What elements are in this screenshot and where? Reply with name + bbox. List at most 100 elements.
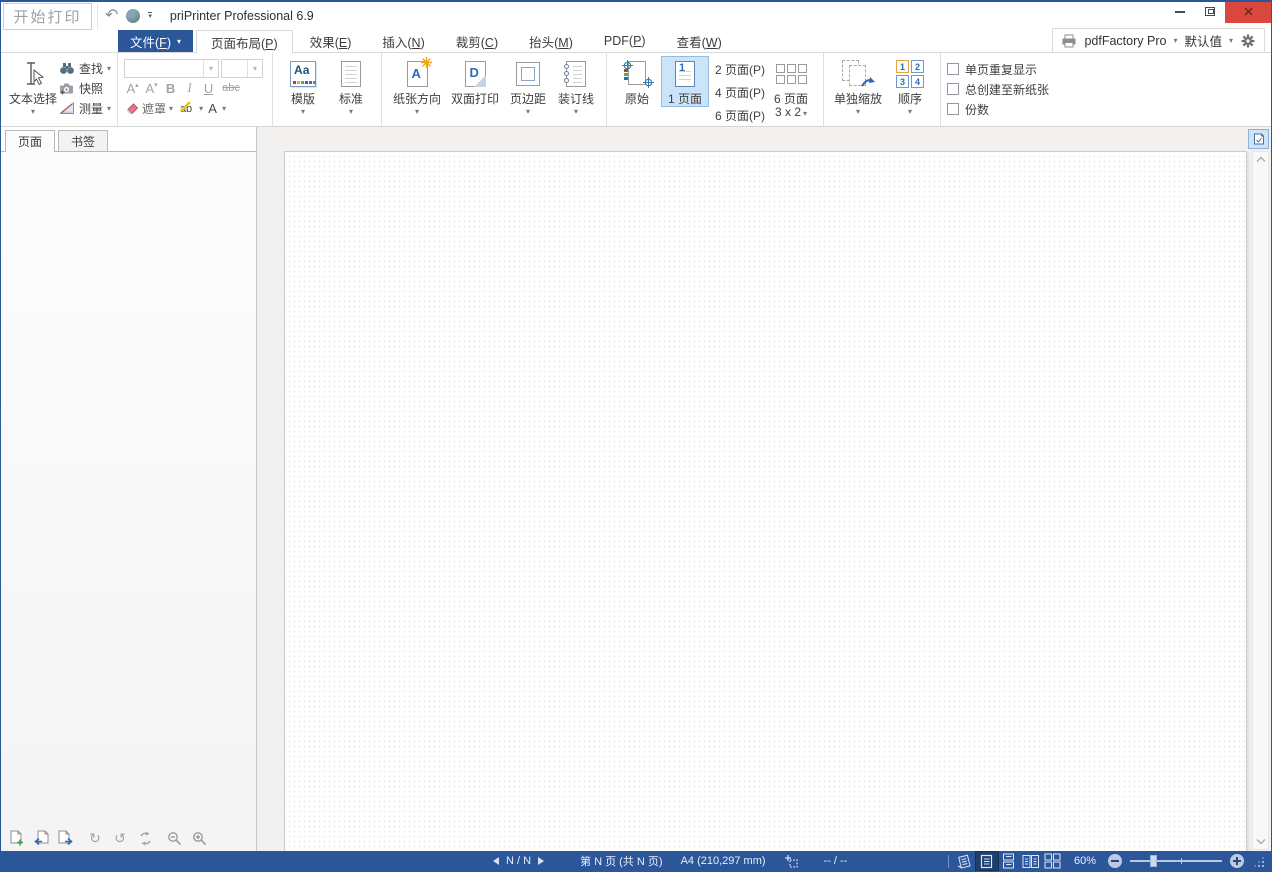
printer-name[interactable]: pdfFactory Pro bbox=[1084, 34, 1166, 48]
gutter-button[interactable]: 装订线 ▾ bbox=[552, 56, 600, 115]
combo-dropdown-icon[interactable]: ▾ bbox=[203, 60, 218, 77]
standard-button[interactable]: 标准 ▾ bbox=[327, 56, 375, 115]
bold-button[interactable]: B bbox=[162, 81, 179, 96]
text-select-button[interactable]: 文本选择 ▾ bbox=[7, 56, 59, 115]
rotate-ccw-icon[interactable]: ↺ bbox=[112, 830, 128, 846]
checkbox-copies[interactable]: 份数 bbox=[947, 99, 989, 119]
rotate-cw-icon[interactable]: ↻ bbox=[87, 830, 103, 846]
zoom-level[interactable]: 60% bbox=[1074, 855, 1096, 867]
preview-sphere-icon[interactable] bbox=[126, 9, 140, 23]
zoom-slider-thumb[interactable] bbox=[1150, 855, 1157, 867]
individual-scale-button[interactable]: 单独缩放 ▾ bbox=[830, 56, 886, 115]
zoom-slider[interactable] bbox=[1130, 854, 1222, 868]
tab-pdf[interactable]: PDF(P) bbox=[590, 30, 660, 52]
font-name-combo[interactable]: ▾ bbox=[124, 59, 219, 78]
insert-page-before-button[interactable] bbox=[33, 830, 49, 846]
find-button[interactable]: 查找 ▾ bbox=[59, 59, 111, 77]
tab-insert[interactable]: 插入(N) bbox=[368, 30, 438, 52]
qat-customize-icon[interactable]: ▾ bbox=[148, 12, 152, 20]
panel-toggle-button[interactable] bbox=[1248, 129, 1269, 149]
zoom-slider-track[interactable] bbox=[1130, 860, 1222, 862]
duplex-button[interactable]: D 双面打印 bbox=[446, 56, 504, 106]
tab-effects[interactable]: 效果(E) bbox=[296, 30, 366, 52]
dropdown-icon: ▾ bbox=[856, 108, 860, 115]
snapshot-button[interactable]: 快照 bbox=[59, 79, 111, 97]
rotate-180-icon[interactable] bbox=[137, 830, 153, 846]
two-pages-button[interactable]: 2 页面(P) bbox=[715, 59, 765, 80]
measure-button[interactable]: 测量 ▾ bbox=[59, 99, 111, 117]
tab-crop[interactable]: 裁剪(C) bbox=[442, 30, 512, 52]
order-button[interactable]: 1 2 3 4 顺序 ▾ bbox=[886, 56, 934, 115]
mask-button[interactable]: 遮罩 bbox=[142, 100, 166, 117]
preview-canvas[interactable] bbox=[257, 127, 1271, 851]
new-page-icon bbox=[9, 830, 24, 846]
dropdown-icon: ▾ bbox=[574, 108, 578, 115]
tab-page-layout[interactable]: 页面布局(P) bbox=[196, 30, 293, 53]
orientation-button[interactable]: A 纸张方向 ▾ bbox=[388, 56, 446, 115]
strikethrough-button[interactable]: abc bbox=[219, 82, 243, 94]
template-button[interactable]: Aa 模版 ▾ bbox=[279, 56, 327, 115]
undo-icon[interactable]: ↶ bbox=[105, 9, 118, 23]
underline-button[interactable]: U bbox=[200, 81, 217, 96]
view-continuous-button[interactable] bbox=[998, 852, 1020, 870]
paper-size[interactable]: A4 (210,297 mm) bbox=[681, 855, 766, 867]
original-button[interactable]: 原始 bbox=[613, 56, 661, 106]
view-multiple-pages-button[interactable] bbox=[1042, 852, 1064, 870]
group-options: 单页重复显示 总创建至新纸张 份数 bbox=[940, 53, 1055, 126]
view-thumbnails-button[interactable] bbox=[954, 852, 976, 870]
view-single-page-button[interactable] bbox=[976, 852, 998, 870]
vertical-scrollbar[interactable] bbox=[1252, 151, 1269, 850]
new-page-button[interactable] bbox=[8, 830, 24, 846]
four-pages-button[interactable]: 4 页面(P) bbox=[715, 82, 765, 103]
zoom-in-button[interactable] bbox=[1230, 854, 1244, 868]
checkbox-icon[interactable] bbox=[947, 63, 959, 75]
tab-view[interactable]: 查看(W) bbox=[663, 30, 736, 52]
checkbox-create-new-sheet[interactable]: 总创建至新纸张 bbox=[947, 79, 1049, 99]
ribbon-tab-bar: 文件(F) ▾ 页面布局(P) 效果(E) 插入(N) 裁剪(C) 抬头(M) … bbox=[1, 30, 1271, 53]
margins-button[interactable]: 页边距 ▾ bbox=[504, 56, 552, 115]
checkbox-icon[interactable] bbox=[947, 103, 959, 115]
sidebar-tab-bookmarks[interactable]: 书签 bbox=[58, 130, 108, 151]
combo-dropdown-icon[interactable]: ▾ bbox=[247, 60, 262, 77]
restore-button[interactable] bbox=[1195, 0, 1225, 23]
font-size-combo[interactable]: ▾ bbox=[221, 59, 263, 78]
zoom-out-pages-button[interactable] bbox=[166, 830, 182, 846]
start-print-button[interactable]: 开始打印 bbox=[3, 3, 92, 30]
six-pages-button[interactable]: 6 页面(P) bbox=[715, 105, 765, 126]
profile-dropdown-icon[interactable]: ▾ bbox=[1229, 37, 1233, 44]
page-label[interactable]: 第 N 页 (共 N 页) bbox=[580, 853, 663, 869]
highlight-button[interactable]: ab bbox=[176, 101, 196, 115]
preview-page[interactable] bbox=[284, 151, 1247, 851]
font-color-button[interactable]: A bbox=[206, 101, 219, 116]
one-page-button[interactable]: 1 1 页面 bbox=[661, 56, 709, 107]
gear-icon[interactable] bbox=[1240, 33, 1256, 49]
tab-header[interactable]: 抬头(M) bbox=[515, 30, 587, 52]
view-facing-pages-button[interactable] bbox=[1020, 852, 1042, 870]
window-controls bbox=[1165, 0, 1271, 23]
tab-file[interactable]: 文件(F) ▾ bbox=[118, 30, 193, 52]
insert-page-after-button[interactable] bbox=[58, 830, 74, 846]
scroll-down-icon[interactable] bbox=[1255, 838, 1267, 845]
selection-area-icon[interactable] bbox=[784, 854, 798, 868]
dropdown-icon: ▾ bbox=[177, 38, 181, 45]
close-button[interactable] bbox=[1225, 0, 1271, 23]
checkbox-icon[interactable] bbox=[947, 83, 959, 95]
resize-grip[interactable] bbox=[1252, 855, 1265, 868]
next-page-icon[interactable] bbox=[538, 857, 544, 865]
printer-dropdown-icon[interactable]: ▾ bbox=[1173, 37, 1177, 44]
minimize-button[interactable] bbox=[1165, 0, 1195, 23]
six-pages-grid-button[interactable]: 6 页面 3 x 2 ▾ bbox=[765, 56, 817, 119]
checkbox-repeat-single-page[interactable]: 单页重复显示 bbox=[947, 59, 1037, 79]
shrink-font-button[interactable]: A bbox=[143, 81, 160, 96]
zoom-in-pages-button[interactable] bbox=[191, 830, 207, 846]
status-bar: N / N 第 N 页 (共 N 页) A4 (210,297 mm) -- /… bbox=[1, 851, 1271, 871]
dropdown-icon: ▾ bbox=[31, 108, 35, 115]
zoom-out-button[interactable] bbox=[1108, 854, 1122, 868]
italic-button[interactable]: I bbox=[181, 80, 198, 96]
scroll-up-icon[interactable] bbox=[1255, 156, 1267, 163]
prev-page-icon[interactable] bbox=[493, 857, 499, 865]
page-thumbnail-list[interactable] bbox=[1, 152, 256, 825]
grow-font-button[interactable]: A bbox=[124, 81, 141, 96]
printer-profile[interactable]: 默认值 bbox=[1184, 31, 1222, 50]
sidebar-tab-pages[interactable]: 页面 bbox=[5, 130, 55, 152]
